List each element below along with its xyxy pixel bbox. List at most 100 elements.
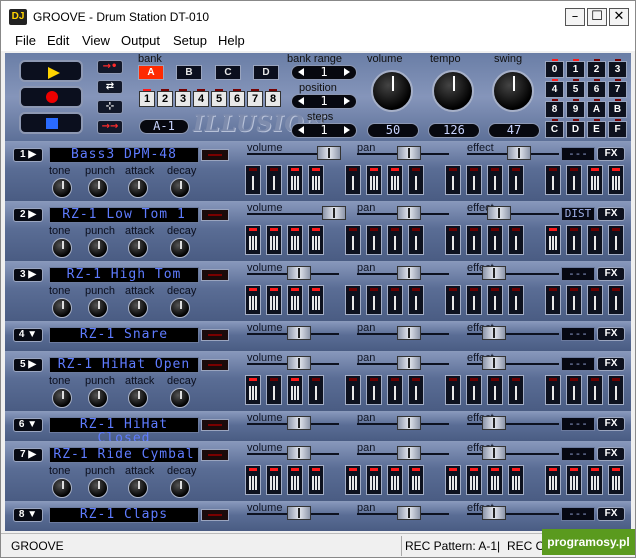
- step-10[interactable]: [466, 465, 482, 495]
- track-name[interactable]: RZ-1 Ride Cymbal: [49, 447, 199, 463]
- fx-button[interactable]: FX: [597, 507, 625, 521]
- punch-knob[interactable]: [88, 238, 108, 258]
- step-13[interactable]: [545, 285, 561, 315]
- punch-knob[interactable]: [88, 178, 108, 198]
- decay-knob[interactable]: [170, 388, 190, 408]
- step-16[interactable]: [608, 225, 624, 255]
- step-5[interactable]: [345, 285, 361, 315]
- menu-edit[interactable]: Edit: [47, 33, 69, 48]
- left-arrow-icon[interactable]: [298, 68, 304, 76]
- left-arrow-icon[interactable]: [298, 126, 304, 134]
- attack-knob[interactable]: [128, 238, 148, 258]
- grid-button-d[interactable]: D: [566, 119, 585, 138]
- step-11[interactable]: [487, 375, 503, 405]
- effect-slider[interactable]: [482, 356, 506, 370]
- step-8[interactable]: [408, 285, 424, 315]
- grid-button-e[interactable]: E: [587, 119, 606, 138]
- tone-knob[interactable]: [52, 298, 72, 318]
- step-16[interactable]: [608, 285, 624, 315]
- tempo-knob[interactable]: [432, 70, 474, 112]
- fx-button[interactable]: FX: [597, 357, 625, 371]
- fx-button[interactable]: FX: [597, 447, 625, 461]
- pattern-3-button[interactable]: 3: [175, 89, 191, 107]
- step-14[interactable]: [566, 165, 582, 195]
- effect-slider[interactable]: [507, 146, 531, 160]
- volume-slider[interactable]: [287, 356, 311, 370]
- swing-knob[interactable]: [492, 70, 534, 112]
- step-7[interactable]: [387, 465, 403, 495]
- bank-b-button[interactable]: B: [176, 65, 202, 80]
- fx-button[interactable]: FX: [597, 147, 625, 161]
- punch-knob[interactable]: [88, 298, 108, 318]
- pan-slider[interactable]: [397, 206, 421, 220]
- maximize-button[interactable]: ☐: [587, 8, 607, 26]
- pattern-1-button[interactable]: 1: [139, 89, 155, 107]
- step-4[interactable]: [308, 285, 324, 315]
- track-toggle-button[interactable]: 3 ▶: [13, 268, 43, 282]
- pattern-5-button[interactable]: 5: [211, 89, 227, 107]
- track-toggle-button[interactable]: 4 ▼: [13, 328, 43, 342]
- attack-knob[interactable]: [128, 298, 148, 318]
- grid-button-1[interactable]: 1: [566, 59, 585, 78]
- step-1[interactable]: [245, 375, 261, 405]
- track-toggle-button[interactable]: 5 ▶: [13, 358, 43, 372]
- step-7[interactable]: [387, 375, 403, 405]
- close-button[interactable]: ✕: [609, 8, 629, 26]
- step-2[interactable]: [266, 465, 282, 495]
- step-1[interactable]: [245, 165, 261, 195]
- volume-slider[interactable]: [287, 506, 311, 520]
- step-5[interactable]: [345, 225, 361, 255]
- grid-button-a[interactable]: A: [587, 99, 606, 118]
- pattern-4-button[interactable]: 4: [193, 89, 209, 107]
- step-15[interactable]: [587, 165, 603, 195]
- volume-slider[interactable]: [287, 446, 311, 460]
- pattern-6-button[interactable]: 6: [229, 89, 245, 107]
- decay-knob[interactable]: [170, 478, 190, 498]
- step-16[interactable]: [608, 375, 624, 405]
- step-15[interactable]: [587, 285, 603, 315]
- step-14[interactable]: [566, 285, 582, 315]
- grid-button-6[interactable]: 6: [587, 79, 606, 98]
- right-arrow-icon[interactable]: [344, 97, 350, 105]
- fx-button[interactable]: FX: [597, 267, 625, 281]
- pattern-7-button[interactable]: 7: [247, 89, 263, 107]
- menu-help[interactable]: Help: [218, 33, 245, 48]
- grid-button-8[interactable]: 8: [545, 99, 564, 118]
- menu-file[interactable]: File: [15, 33, 36, 48]
- track-name[interactable]: Bass3 DPM-48: [49, 147, 199, 163]
- effect-slider[interactable]: [482, 266, 506, 280]
- mute-button[interactable]: [201, 329, 229, 341]
- step-9[interactable]: [445, 375, 461, 405]
- pan-slider[interactable]: [397, 326, 421, 340]
- step-3[interactable]: [287, 375, 303, 405]
- grid-button-9[interactable]: 9: [566, 99, 585, 118]
- step-3[interactable]: [287, 285, 303, 315]
- master-volume-knob[interactable]: [371, 70, 413, 112]
- tone-knob[interactable]: [52, 238, 72, 258]
- step-7[interactable]: [387, 225, 403, 255]
- step-12[interactable]: [508, 225, 524, 255]
- step-11[interactable]: [487, 465, 503, 495]
- fx-button[interactable]: FX: [597, 417, 625, 431]
- step-1[interactable]: [245, 285, 261, 315]
- attack-knob[interactable]: [128, 388, 148, 408]
- step-10[interactable]: [466, 285, 482, 315]
- mute-button[interactable]: [201, 509, 229, 521]
- grid-button-0[interactable]: 0: [545, 59, 564, 78]
- decay-knob[interactable]: [170, 298, 190, 318]
- track-name[interactable]: RZ-1 HiHat Open: [49, 357, 199, 373]
- step-7[interactable]: [387, 165, 403, 195]
- step-4[interactable]: [308, 165, 324, 195]
- play-button[interactable]: [19, 60, 83, 82]
- grid-button-c[interactable]: C: [545, 119, 564, 138]
- step-9[interactable]: [445, 285, 461, 315]
- track-toggle-button[interactable]: 8 ▼: [13, 508, 43, 522]
- step-6[interactable]: [366, 285, 382, 315]
- steps-spinner[interactable]: 1: [291, 123, 357, 138]
- step-1[interactable]: [245, 465, 261, 495]
- step-4[interactable]: [308, 375, 324, 405]
- bank-range-spinner[interactable]: 1: [291, 65, 357, 80]
- track-toggle-button[interactable]: 6 ▼: [13, 418, 43, 432]
- fx-button[interactable]: FX: [597, 207, 625, 221]
- mute-button[interactable]: [201, 359, 229, 371]
